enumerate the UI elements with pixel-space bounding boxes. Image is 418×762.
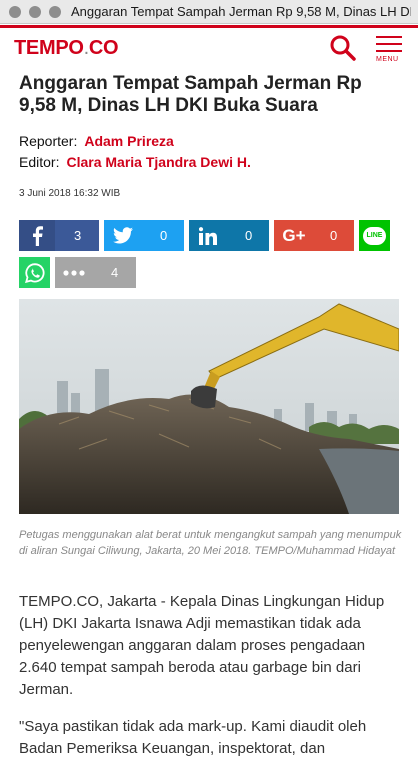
share-google-plus-button[interactable]: G+ 0 bbox=[274, 220, 354, 251]
search-icon bbox=[330, 35, 356, 61]
line-icon: LINE bbox=[359, 220, 390, 251]
reporter-name-link[interactable]: Adam Prireza bbox=[84, 133, 173, 149]
share-twitter-button[interactable]: 0 bbox=[104, 220, 184, 251]
article-hero-image bbox=[19, 299, 399, 514]
logo-tld: CO bbox=[88, 37, 119, 59]
article-paragraph: "Saya pastikan tidak ada mark-up. Kami d… bbox=[19, 718, 367, 757]
search-button[interactable] bbox=[329, 34, 357, 62]
site-logo[interactable]: TEMPO.CO bbox=[14, 37, 119, 60]
linkedin-share-count: 0 bbox=[245, 228, 253, 243]
window-close-button[interactable] bbox=[9, 6, 21, 18]
window-minimize-button[interactable] bbox=[29, 6, 41, 18]
logo-main: TEMPO bbox=[14, 37, 84, 59]
share-linkedin-button[interactable]: 0 bbox=[189, 220, 269, 251]
facebook-icon bbox=[19, 220, 55, 251]
twitter-share-count: 0 bbox=[160, 228, 168, 243]
menu-label: MENU bbox=[376, 56, 399, 63]
facebook-share-count: 3 bbox=[74, 228, 82, 243]
linkedin-icon bbox=[189, 220, 227, 251]
article-headline: Anggaran Tempat Sampah Jerman Rp 9,58 M,… bbox=[19, 73, 362, 116]
publish-date: 3 Juni 2018 16:32 WIB bbox=[19, 188, 121, 199]
editor-name-link[interactable]: Clara Maria Tjandra Dewi H. bbox=[66, 154, 250, 170]
window-maximize-button[interactable] bbox=[49, 6, 61, 18]
google-plus-share-count: 0 bbox=[330, 228, 338, 243]
menu-icon-bar bbox=[376, 50, 402, 52]
google-plus-icon: G+ bbox=[282, 225, 306, 245]
menu-button[interactable]: MENU bbox=[376, 36, 404, 64]
share-more-button[interactable]: 4 bbox=[55, 257, 136, 288]
article-paragraph: TEMPO.CO, Jakarta - Kepala Dinas Lingkun… bbox=[19, 593, 385, 698]
more-dots-icon bbox=[55, 257, 93, 288]
menu-icon-bar bbox=[376, 43, 402, 45]
window-title: Anggaran Tempat Sampah Jerman Rp 9,58 M,… bbox=[71, 4, 411, 19]
twitter-icon bbox=[104, 220, 142, 251]
more-share-count: 4 bbox=[111, 265, 119, 280]
share-whatsapp-button[interactable] bbox=[19, 257, 50, 288]
editor-label: Editor: bbox=[19, 154, 60, 170]
whatsapp-icon bbox=[19, 257, 50, 288]
image-caption: Petugas menggunakan alat berat untuk men… bbox=[19, 529, 402, 557]
line-icon-label: LINE bbox=[363, 226, 386, 245]
reporter-label: Reporter: bbox=[19, 133, 78, 149]
window-titlebar: Anggaran Tempat Sampah Jerman Rp 9,58 M,… bbox=[0, 0, 418, 24]
menu-icon bbox=[376, 36, 402, 38]
site-header: TEMPO.CO MENU bbox=[0, 25, 418, 69]
share-line-button[interactable]: LINE bbox=[359, 220, 390, 251]
share-facebook-button[interactable]: 3 bbox=[19, 220, 99, 251]
editor-line: Editor: Clara Maria Tjandra Dewi H. bbox=[19, 154, 251, 170]
reporter-line: Reporter: Adam Prireza bbox=[19, 133, 174, 149]
